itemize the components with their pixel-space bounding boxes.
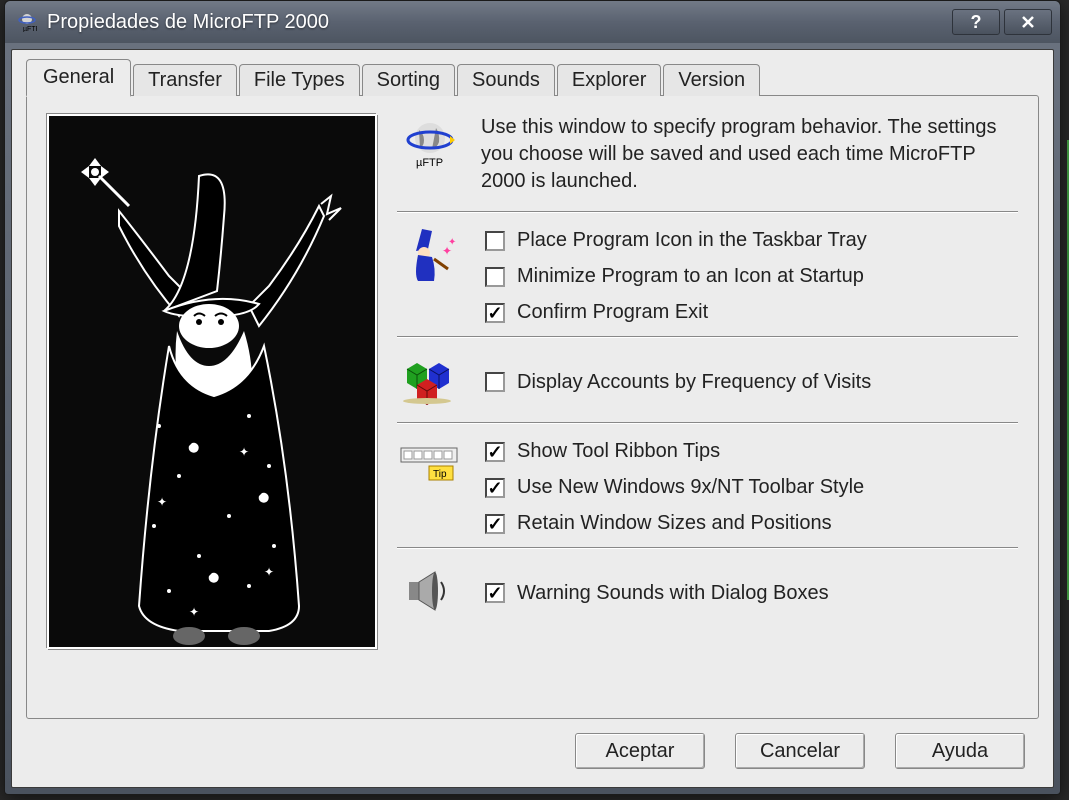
checkbox[interactable] xyxy=(485,514,505,534)
tab-panel-general: ✦ ✦ ✦ ✦ xyxy=(26,95,1039,719)
option-row: Warning Sounds with Dialog Boxes xyxy=(485,582,829,605)
intro-text: Use this window to specify program behav… xyxy=(481,114,1018,195)
speaker-icon xyxy=(397,561,463,621)
divider xyxy=(397,211,1018,213)
help-dialog-button[interactable]: Ayuda xyxy=(895,733,1025,769)
svg-text:✦: ✦ xyxy=(264,565,274,579)
option-label: Display Accounts by Frequency of Visits xyxy=(517,371,871,394)
tab-version[interactable]: Version xyxy=(663,64,760,96)
toolbar-tip-icon: Tip xyxy=(397,436,463,496)
option-row: Place Program Icon in the Taskbar Tray xyxy=(485,229,867,252)
checkbox[interactable] xyxy=(485,231,505,251)
divider xyxy=(397,336,1018,338)
svg-text:µFTP: µFTP xyxy=(416,157,443,169)
close-button[interactable] xyxy=(1004,9,1052,35)
option-row: Use New Windows 9x/NT Toolbar Style xyxy=(485,476,864,499)
option-row: Minimize Program to an Icon at Startup xyxy=(485,265,867,288)
option-row: Confirm Program Exit xyxy=(485,301,867,324)
app-icon: µFTP xyxy=(17,12,37,32)
tab-transfer[interactable]: Transfer xyxy=(133,64,237,96)
ftp-globe-icon: µFTP xyxy=(397,114,463,174)
dialog-buttons: Aceptar Cancelar Ayuda xyxy=(26,719,1039,775)
checkbox[interactable] xyxy=(485,583,505,603)
blocks-icon xyxy=(397,350,463,410)
settings-column: µFTP Use this window to specify program … xyxy=(397,114,1018,704)
titlebar[interactable]: µFTP Propiedades de MicroFTP 2000 ? xyxy=(5,1,1060,43)
tab-sounds[interactable]: Sounds xyxy=(457,64,555,96)
checkbox[interactable] xyxy=(485,442,505,462)
properties-dialog: µFTP Propiedades de MicroFTP 2000 ? Gene… xyxy=(4,0,1061,795)
divider xyxy=(397,422,1018,424)
option-label: Place Program Icon in the Taskbar Tray xyxy=(517,229,867,252)
svg-text:✦: ✦ xyxy=(239,445,249,459)
tab-strip: General Transfer File Types Sorting Soun… xyxy=(26,60,1039,96)
wizard-small-icon: ✦ ✦ xyxy=(397,225,463,285)
option-label: Confirm Program Exit xyxy=(517,301,708,324)
client-area: General Transfer File Types Sorting Soun… xyxy=(11,49,1054,788)
option-label: Retain Window Sizes and Positions xyxy=(517,512,832,535)
option-label: Use New Windows 9x/NT Toolbar Style xyxy=(517,476,864,499)
option-row: Retain Window Sizes and Positions xyxy=(485,512,864,535)
svg-text:µFTP: µFTP xyxy=(23,26,37,32)
checkbox[interactable] xyxy=(485,372,505,392)
tab-general[interactable]: General xyxy=(26,59,131,97)
svg-text:✦: ✦ xyxy=(189,605,199,619)
cancel-button[interactable]: Cancelar xyxy=(735,733,865,769)
svg-text:✦: ✦ xyxy=(448,237,456,248)
option-row: Show Tool Ribbon Tips xyxy=(485,440,864,463)
option-row: Display Accounts by Frequency of Visits xyxy=(485,371,871,394)
checkbox[interactable] xyxy=(485,303,505,323)
tab-explorer[interactable]: Explorer xyxy=(557,64,661,96)
option-label: Minimize Program to an Icon at Startup xyxy=(517,265,864,288)
wizard-image: ✦ ✦ ✦ ✦ xyxy=(47,114,377,649)
window-title: Propiedades de MicroFTP 2000 xyxy=(47,11,948,34)
tab-filetypes[interactable]: File Types xyxy=(239,64,360,96)
svg-text:Tip: Tip xyxy=(433,469,447,480)
checkbox[interactable] xyxy=(485,267,505,287)
ok-button[interactable]: Aceptar xyxy=(575,733,705,769)
option-label: Warning Sounds with Dialog Boxes xyxy=(517,582,829,605)
svg-text:✦: ✦ xyxy=(157,495,167,509)
tab-sorting[interactable]: Sorting xyxy=(362,64,455,96)
option-label: Show Tool Ribbon Tips xyxy=(517,440,720,463)
help-button[interactable]: ? xyxy=(952,9,1000,35)
divider xyxy=(397,547,1018,549)
checkbox[interactable] xyxy=(485,478,505,498)
